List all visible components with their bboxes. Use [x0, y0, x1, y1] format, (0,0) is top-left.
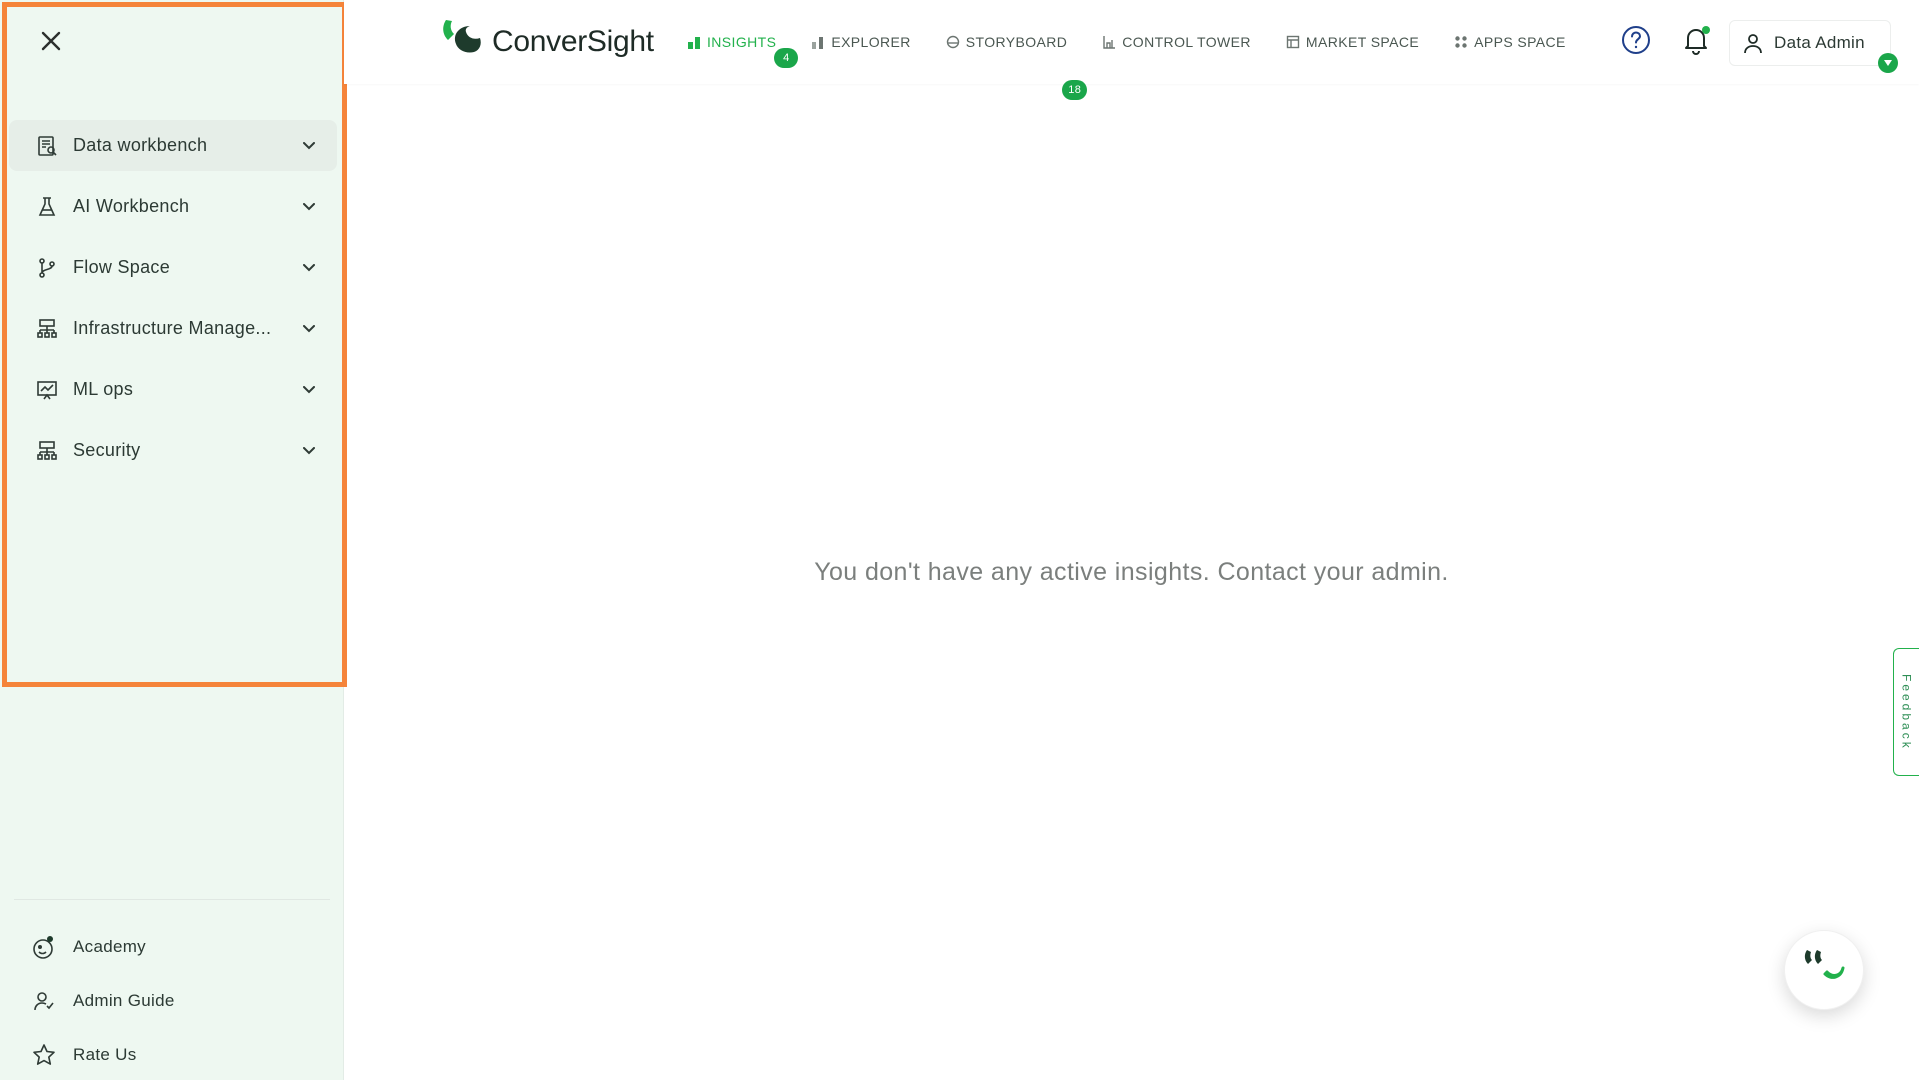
chevron-down-icon: [301, 443, 317, 459]
academy-icon: [30, 933, 58, 961]
sidebar-item-flow-space[interactable]: Flow Space: [9, 242, 337, 293]
close-sidebar-button[interactable]: [36, 28, 66, 58]
user-icon: [1742, 32, 1764, 54]
admin-guide-link[interactable]: Admin Guide: [30, 974, 330, 1028]
rate-us-label: Rate Us: [73, 1045, 137, 1064]
rate-us-link[interactable]: Rate Us: [30, 1028, 330, 1082]
tower-icon: [1102, 35, 1116, 49]
notification-dot: [1702, 26, 1710, 34]
chevron-down-icon: [301, 138, 317, 154]
branch-icon: [35, 256, 59, 280]
chevron-down-icon: [301, 199, 317, 215]
presentation-chart-icon: [35, 378, 59, 402]
sidebar: Data workbench AI Workbench Flow Space I…: [0, 0, 344, 1080]
hierarchy-icon: [35, 317, 59, 341]
main-nav: INSIGHTS 4 EXPLORER STORYBOARD 18 CONTRO…: [687, 0, 1601, 100]
sidebar-divider: [14, 899, 330, 900]
academy-label: Academy: [73, 937, 146, 956]
help-button[interactable]: [1620, 25, 1652, 60]
sidebar-item-infrastructure[interactable]: Infrastructure Manage...: [9, 303, 337, 354]
chevron-down-icon: [301, 382, 317, 398]
bar-chart-icon: [811, 35, 825, 49]
close-icon: [40, 30, 62, 57]
sidebar-footer: Academy Admin Guide Rate Us: [30, 920, 330, 1082]
sidebar-item-label: ML ops: [73, 379, 134, 399]
tab-control-tower[interactable]: CONTROL TOWER: [1102, 34, 1251, 50]
sidebar-item-label: AI Workbench: [73, 196, 190, 216]
notifications-button[interactable]: [1680, 26, 1712, 58]
brand-name: ConverSight: [492, 24, 654, 58]
chat-assistant-icon: [1799, 946, 1849, 995]
tab-label: STORYBOARD: [965, 34, 1068, 50]
user-menu-button[interactable]: Data Admin: [1729, 20, 1898, 73]
sidebar-nav: Data workbench AI Workbench Flow Space I…: [9, 120, 337, 486]
star-icon: [30, 1041, 58, 1069]
tab-label: APPS SPACE: [1474, 34, 1566, 50]
top-bar: ConverSight INSIGHTS 4 EXPLORER STORYBOA…: [344, 0, 1919, 100]
data-workbench-icon: [35, 134, 59, 158]
tab-market-space[interactable]: MARKET SPACE: [1286, 34, 1419, 50]
brand[interactable]: ConverSight: [440, 18, 654, 65]
conversight-logo-icon: [440, 18, 484, 65]
admin-guide-label: Admin Guide: [73, 991, 175, 1010]
tab-label: EXPLORER: [831, 34, 911, 50]
admin-guide-icon: [30, 987, 58, 1015]
sidebar-item-ai-workbench[interactable]: AI Workbench: [9, 181, 337, 232]
user-name: Data Admin: [1774, 33, 1865, 52]
chevron-down-icon: [301, 260, 317, 276]
tab-apps-space[interactable]: APPS SPACE: [1454, 34, 1566, 50]
chat-assistant-button[interactable]: [1784, 930, 1864, 1010]
insights-badge: 4: [774, 48, 799, 68]
sidebar-item-label: Infrastructure Manage...: [73, 318, 272, 338]
bar-chart-icon: [687, 35, 701, 49]
tab-explorer[interactable]: EXPLORER: [811, 34, 910, 50]
empty-state-message: You don't have any active insights. Cont…: [814, 558, 1449, 586]
storyboard-icon: [946, 35, 960, 49]
apps-grid-icon: [1454, 35, 1468, 49]
tab-storyboard[interactable]: STORYBOARD 18: [946, 34, 1088, 100]
help-circle-icon: [1621, 25, 1651, 60]
sidebar-item-label: Data workbench: [73, 135, 208, 155]
sidebar-item-label: Flow Space: [73, 257, 171, 277]
feedback-label: Feedback: [1899, 673, 1914, 751]
sidebar-item-ml-ops[interactable]: ML ops: [9, 364, 337, 415]
tab-insights[interactable]: INSIGHTS 4: [687, 34, 799, 68]
caret-down-icon: [1878, 53, 1898, 73]
feedback-tab[interactable]: Feedback: [1893, 648, 1919, 776]
chevron-down-icon: [301, 321, 317, 337]
academy-link[interactable]: Academy: [30, 920, 330, 974]
sidebar-item-label: Security: [73, 440, 141, 460]
tab-label: INSIGHTS: [707, 34, 777, 50]
hierarchy-icon: [35, 439, 59, 463]
flask-icon: [35, 195, 59, 219]
tab-label: MARKET SPACE: [1305, 34, 1420, 50]
tab-label: CONTROL TOWER: [1122, 34, 1251, 50]
market-icon: [1286, 35, 1300, 49]
sidebar-item-security[interactable]: Security: [9, 425, 337, 476]
storyboard-badge: 18: [1062, 80, 1088, 100]
sidebar-item-data-workbench[interactable]: Data workbench: [9, 120, 337, 171]
